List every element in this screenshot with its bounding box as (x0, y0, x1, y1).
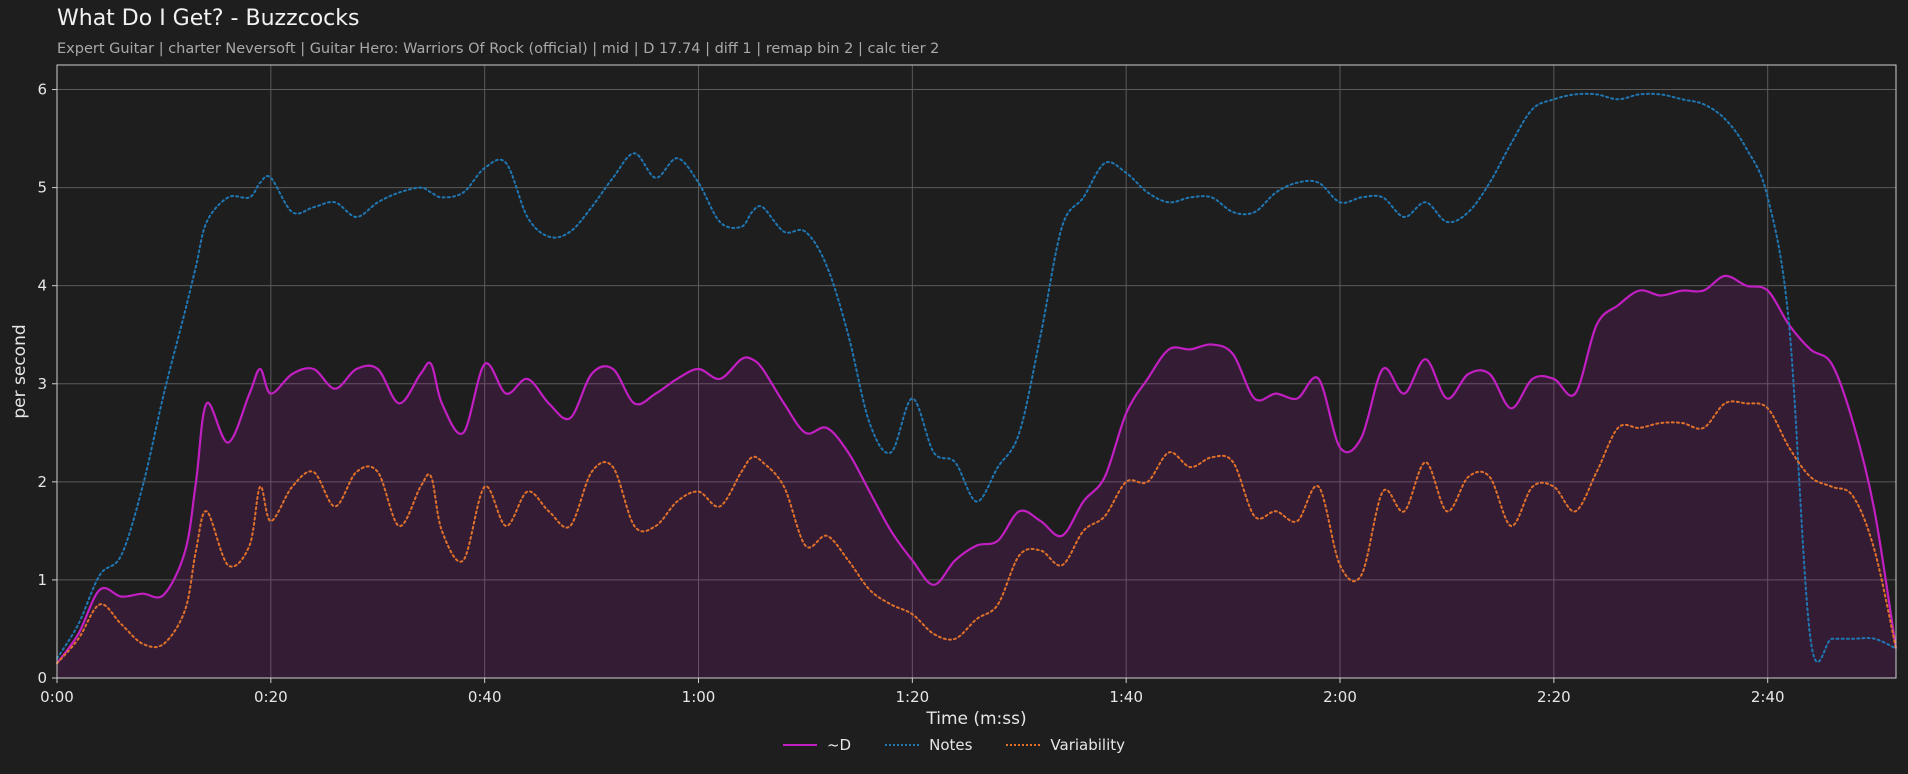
y-tick-label: 0 (37, 669, 47, 687)
series-layer (56, 92, 1898, 678)
legend-label: Notes (929, 736, 973, 754)
x-tick-label: 0:00 (40, 688, 74, 706)
y-tick-label: 3 (37, 375, 47, 393)
x-tick-label: 2:00 (1323, 688, 1357, 706)
x-tick-label: 0:40 (468, 688, 502, 706)
legend-swatch (782, 744, 817, 746)
y-axis-label: per second (10, 324, 30, 418)
y-axis-ticks: 0 1 2 3 4 5 6 (37, 81, 57, 687)
chart-legend: ~D Notes Variability (0, 736, 1908, 754)
chart-canvas: 0:00 0:20 0:40 1:00 1:20 1:40 2:00 2:20 2:40 0 1 2… (10, 64, 1898, 729)
legend-label: ~D (826, 736, 852, 754)
y-tick-label: 4 (37, 277, 47, 295)
x-tick-label: 1:20 (896, 688, 930, 706)
legend-swatch (1006, 744, 1041, 746)
y-tick-label: 2 (37, 473, 47, 491)
x-axis-label: Time (m:ss) (925, 709, 1026, 729)
x-tick-label: 2:40 (1751, 688, 1785, 706)
x-axis-ticks: 0:00 0:20 0:40 1:00 1:20 1:40 2:00 2:20 2:40 (40, 678, 1785, 706)
series-area-0 (57, 275, 1896, 678)
y-tick-label: 1 (37, 571, 47, 589)
y-tick-label: 6 (37, 81, 47, 99)
x-tick-label: 1:40 (1109, 688, 1143, 706)
legend-swatch (885, 744, 920, 746)
x-tick-label: 0:20 (254, 688, 288, 706)
legend-label: Variability (1050, 736, 1126, 754)
legend-item: Variability (1006, 736, 1125, 754)
x-tick-label: 1:00 (682, 688, 716, 706)
x-tick-label: 2:20 (1537, 688, 1571, 706)
legend-item: Notes (885, 736, 972, 754)
y-tick-label: 5 (37, 179, 47, 197)
legend-item: ~D (782, 736, 852, 754)
